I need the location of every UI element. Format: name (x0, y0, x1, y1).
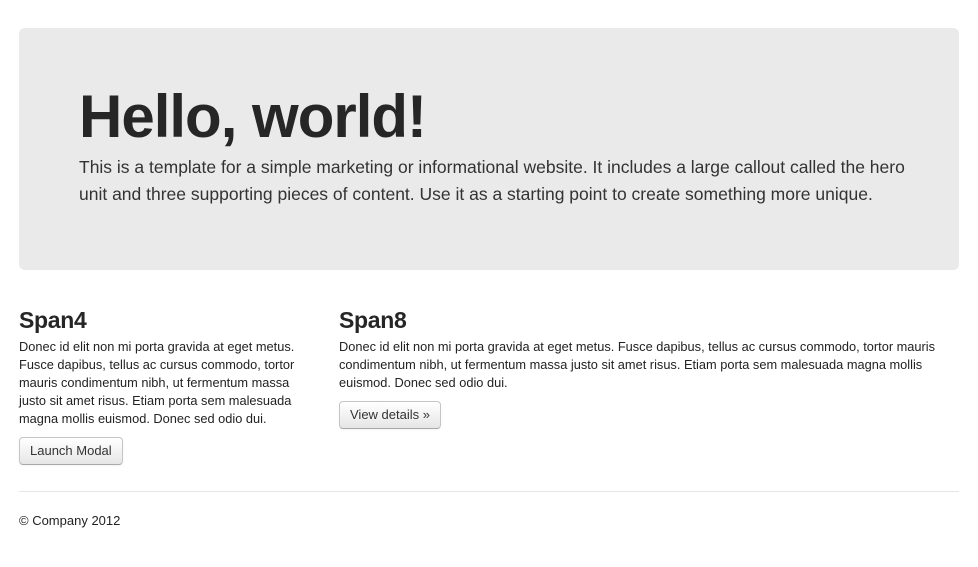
span8-column: Span8 Donec id elit non mi porta gravida… (339, 305, 959, 429)
span4-column: Span4 Donec id elit non mi porta gravida… (19, 305, 309, 465)
span4-title: Span4 (19, 307, 87, 333)
view-details-button[interactable]: View details » (339, 401, 441, 429)
span8-title: Span8 (339, 307, 407, 333)
launch-modal-button[interactable]: Launch Modal (19, 437, 123, 465)
hero-lead-text: This is a template for a simple marketin… (79, 157, 905, 204)
hero-unit: Hello, world! This is a template for a s… (19, 28, 959, 270)
hero-title: Hello, world! (79, 83, 427, 150)
span4-text: Donec id elit non mi porta gravida at eg… (19, 339, 295, 426)
footer-copyright: © Company 2012 (19, 513, 121, 528)
span8-text: Donec id elit non mi porta gravida at eg… (339, 339, 936, 390)
footer-divider (19, 491, 959, 492)
